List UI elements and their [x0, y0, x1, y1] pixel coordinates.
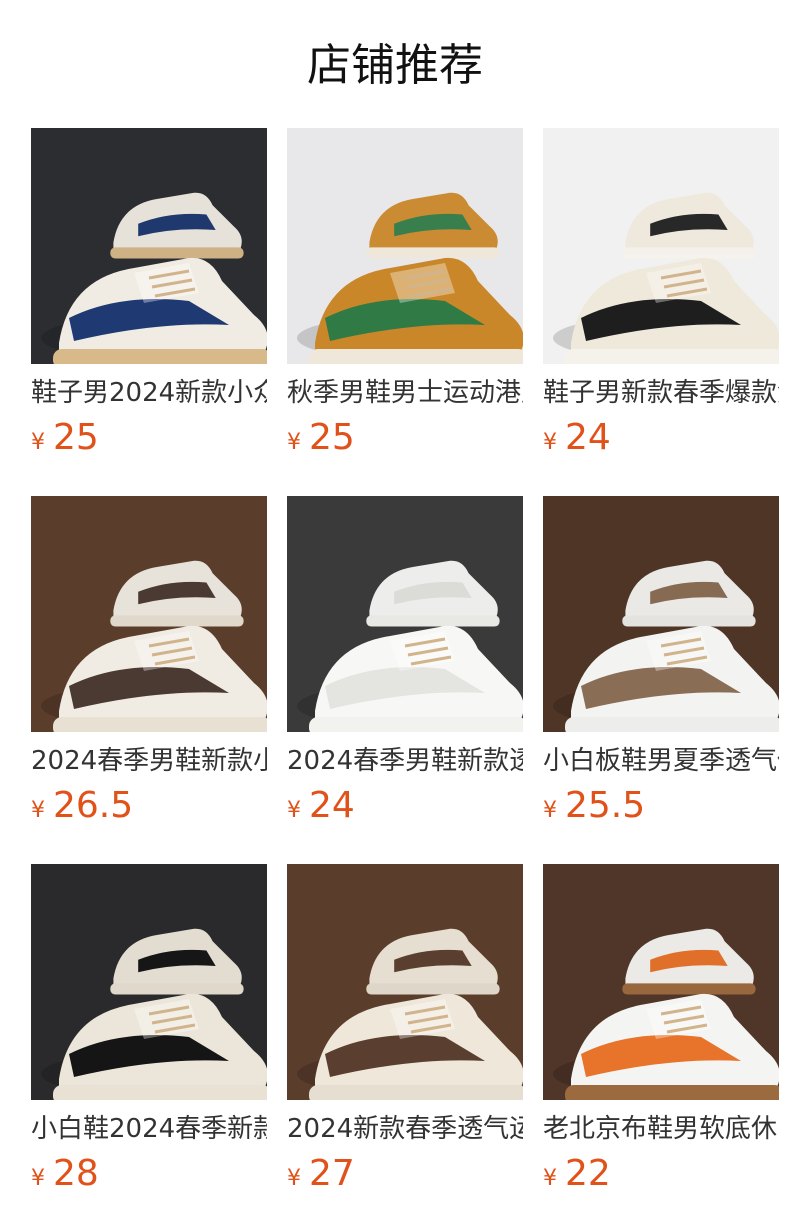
product-card[interactable]: 鞋子男新款春季爆款潮 ¥24 [543, 128, 779, 460]
product-price: ¥25 [31, 416, 267, 460]
product-card[interactable]: 老北京布鞋男软底休闲 ¥22 [543, 864, 779, 1196]
currency-symbol: ¥ [543, 430, 557, 455]
currency-symbol: ¥ [31, 798, 45, 823]
price-amount: 22 [565, 1153, 611, 1194]
sneaker-illustration [31, 128, 267, 364]
price-amount: 25 [309, 417, 355, 458]
product-name[interactable]: 2024春季男鞋新款小白 [31, 744, 267, 778]
currency-symbol: ¥ [31, 1166, 45, 1191]
product-price: ¥24 [543, 416, 779, 460]
sneaker-illustration [543, 128, 779, 364]
product-price: ¥24 [287, 784, 523, 828]
product-image[interactable] [287, 128, 523, 364]
product-card[interactable]: 2024春季男鞋新款透气 ¥24 [287, 496, 523, 828]
sneaker-illustration [287, 128, 523, 364]
product-image[interactable] [543, 496, 779, 732]
product-price: ¥26.5 [31, 784, 267, 828]
product-image[interactable] [287, 496, 523, 732]
price-amount: 25.5 [565, 785, 646, 826]
product-name[interactable]: 鞋子男2024新款小众 [31, 376, 267, 410]
sneaker-illustration [287, 864, 523, 1100]
price-amount: 25 [53, 417, 99, 458]
product-name[interactable]: 2024春季男鞋新款透气 [287, 744, 523, 778]
product-name[interactable]: 秋季男鞋男士运动港风 [287, 376, 523, 410]
currency-symbol: ¥ [31, 430, 45, 455]
currency-symbol: ¥ [287, 1166, 301, 1191]
product-card[interactable]: 鞋子男2024新款小众 ¥25 [31, 128, 267, 460]
product-image[interactable] [31, 864, 267, 1100]
currency-symbol: ¥ [287, 430, 301, 455]
price-amount: 24 [309, 785, 355, 826]
product-card[interactable]: 小白鞋2024春季新款 ¥28 [31, 864, 267, 1196]
sneaker-illustration [31, 496, 267, 732]
price-amount: 26.5 [53, 785, 134, 826]
price-amount: 27 [309, 1153, 355, 1194]
product-price: ¥25 [287, 416, 523, 460]
product-image[interactable] [31, 128, 267, 364]
product-price: ¥22 [543, 1152, 779, 1196]
product-price: ¥25.5 [543, 784, 779, 828]
product-card[interactable]: 2024春季男鞋新款小白 ¥26.5 [31, 496, 267, 828]
currency-symbol: ¥ [543, 1166, 557, 1191]
product-image[interactable] [543, 864, 779, 1100]
product-name[interactable]: 小白鞋2024春季新款 [31, 1112, 267, 1146]
product-name[interactable]: 老北京布鞋男软底休闲 [543, 1112, 779, 1146]
sneaker-illustration [31, 864, 267, 1100]
product-image[interactable] [543, 128, 779, 364]
product-name[interactable]: 鞋子男新款春季爆款潮 [543, 376, 779, 410]
product-card[interactable]: 小白板鞋男夏季透气休 ¥25.5 [543, 496, 779, 828]
sneaker-illustration [543, 864, 779, 1100]
price-amount: 24 [565, 417, 611, 458]
product-image[interactable] [287, 864, 523, 1100]
product-card[interactable]: 2024新款春季透气运动 ¥27 [287, 864, 523, 1196]
currency-symbol: ¥ [287, 798, 301, 823]
product-price: ¥27 [287, 1152, 523, 1196]
price-amount: 28 [53, 1153, 99, 1194]
section-title: 店铺推荐 [307, 40, 483, 91]
product-name[interactable]: 小白板鞋男夏季透气休 [543, 744, 779, 778]
currency-symbol: ¥ [543, 798, 557, 823]
sneaker-illustration [543, 496, 779, 732]
product-name[interactable]: 2024新款春季透气运动 [287, 1112, 523, 1146]
sneaker-illustration [287, 496, 523, 732]
product-price: ¥28 [31, 1152, 267, 1196]
product-image[interactable] [31, 496, 267, 732]
product-card[interactable]: 秋季男鞋男士运动港风 ¥25 [287, 128, 523, 460]
